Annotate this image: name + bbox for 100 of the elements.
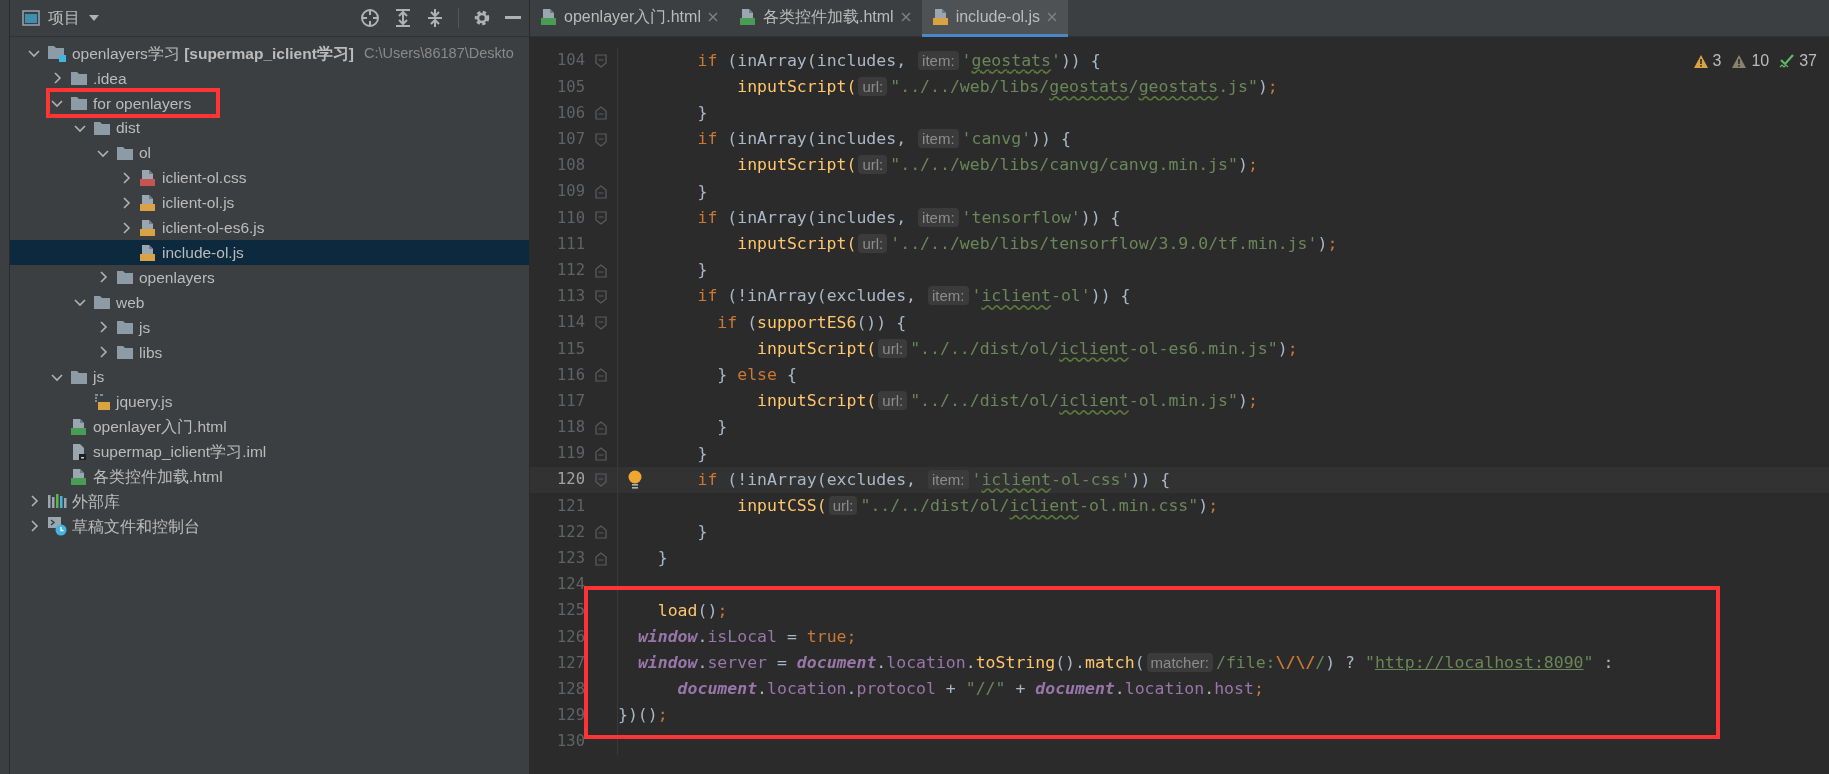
code-line: } xyxy=(697,442,708,465)
folder-icon xyxy=(116,319,134,336)
fold-marker-icon[interactable] xyxy=(595,185,607,200)
editor-tab[interactable]: include-ol.js xyxy=(921,0,1069,37)
parameter-hint: item: xyxy=(928,286,969,306)
folder-icon xyxy=(116,344,134,361)
html-file-icon xyxy=(70,417,88,436)
parameter-hint: url: xyxy=(878,338,908,358)
collapse-all-icon[interactable] xyxy=(426,8,444,28)
tree-item[interactable]: 外部库 xyxy=(10,489,529,514)
tree-item[interactable]: dist xyxy=(10,115,529,141)
tree-item[interactable]: iclient-ol-es6.js xyxy=(10,215,529,241)
fold-marker-icon[interactable] xyxy=(595,551,607,566)
library-icon xyxy=(47,493,67,510)
code-line: inputScript( url: "../../web/libs/geostats/geostats.js"); xyxy=(737,75,1278,98)
parameter-hint: item: xyxy=(918,50,959,70)
line-number: 127 xyxy=(556,652,585,674)
tree-item[interactable]: jquery.js xyxy=(10,389,529,415)
project-path: C:\Users\86187\Deskto xyxy=(363,43,514,63)
code-line: inputScript( url: "../../dist/ol/iclient-ol-es6.min.js"); xyxy=(757,337,1298,360)
lightbulb-icon[interactable] xyxy=(626,470,644,490)
code-line: })(); xyxy=(618,704,668,727)
line-number: 109 xyxy=(556,181,585,203)
code-line: inputScript( url: '../../web/libs/tensorflow/3.9.0/tf.min.js'); xyxy=(737,233,1338,256)
tree-item[interactable]: libs xyxy=(10,339,529,365)
module-file-icon xyxy=(70,442,88,461)
fold-marker-icon[interactable] xyxy=(595,473,607,488)
line-number: 112 xyxy=(556,259,585,281)
tree-item[interactable]: iclient-ol.js xyxy=(10,190,529,216)
code-line: inputScript( url: "../../dist/ol/iclient-ol.min.js"); xyxy=(757,390,1258,413)
editor-tab[interactable]: 各类控件加载.html xyxy=(728,0,922,37)
dropdown-caret-icon[interactable] xyxy=(88,14,100,22)
code-line: load(); xyxy=(657,599,728,622)
code-line: if (inArray(includes, item: 'tensorflow')) { xyxy=(697,206,1121,229)
inspection-counter[interactable]: 37 xyxy=(1779,49,1817,73)
tree-item[interactable]: openlayers xyxy=(10,265,529,290)
fold-marker-icon[interactable] xyxy=(595,54,607,69)
tree-item[interactable]: web xyxy=(10,289,529,315)
code-line: } xyxy=(717,416,728,439)
tree-label: include-ol.js xyxy=(162,242,244,263)
minimize-icon[interactable] xyxy=(505,16,521,20)
css-file-icon xyxy=(139,168,157,187)
close-icon[interactable] xyxy=(899,11,912,23)
line-number: 106 xyxy=(556,102,585,124)
editor-tab[interactable]: openlayer入门.html xyxy=(530,0,729,37)
line-number: 117 xyxy=(556,390,585,412)
parameter-hint: item: xyxy=(918,129,959,149)
tree-item[interactable]: js xyxy=(10,364,529,390)
tree-item[interactable]: ol xyxy=(10,140,529,166)
tree-item[interactable]: .idea xyxy=(10,65,529,91)
tree-label: 草稿文件和控制台 xyxy=(72,516,200,537)
warning-icon xyxy=(1692,53,1709,69)
tree-label: .idea xyxy=(93,68,127,89)
fold-marker-icon[interactable] xyxy=(595,420,607,435)
line-number: 126 xyxy=(556,626,585,648)
fold-marker-icon[interactable] xyxy=(595,315,607,330)
line-number: 129 xyxy=(556,705,585,727)
line-number: 122 xyxy=(556,521,585,543)
tree-label: jquery.js xyxy=(116,392,173,413)
fold-marker-icon[interactable] xyxy=(595,525,607,540)
tree-label: openlayers xyxy=(139,267,215,288)
fold-marker-icon[interactable] xyxy=(595,106,607,121)
tree-item[interactable]: openlayers学习 [supermap_iclient学习] C:\Users\86187\Deskto xyxy=(10,41,529,66)
locate-icon[interactable] xyxy=(360,8,380,28)
js-file-icon xyxy=(139,243,157,262)
js-library-file-icon xyxy=(93,392,111,411)
parameter-hint: item: xyxy=(918,207,959,227)
code-line: } xyxy=(697,102,708,125)
expand-all-icon[interactable] xyxy=(394,8,412,28)
settings-icon[interactable] xyxy=(473,9,491,27)
tree-item[interactable]: openlayer入门.html xyxy=(10,414,529,440)
fold-marker-icon[interactable] xyxy=(595,368,607,383)
tree-label: for openlayers xyxy=(93,93,192,114)
folder-icon xyxy=(116,269,134,286)
tree-label: ol xyxy=(139,143,152,164)
tree-item[interactable]: iclient-ol.css xyxy=(10,165,529,191)
tree-item[interactable]: 各类控件加载.html xyxy=(10,464,529,490)
inspection-counter[interactable]: 3 xyxy=(1692,49,1722,73)
inspection-counter[interactable]: 10 xyxy=(1731,49,1770,73)
code-line: if (inArray(includes, item: 'canvg')) { xyxy=(697,128,1071,151)
tree-label: dist xyxy=(116,118,141,139)
line-number: 114 xyxy=(556,312,585,334)
parameter-hint: matcher: xyxy=(1146,653,1213,673)
tree-label: js xyxy=(139,317,151,338)
fold-marker-icon[interactable] xyxy=(595,211,607,226)
fold-marker-icon[interactable] xyxy=(595,446,607,461)
line-number: 128 xyxy=(556,678,585,700)
line-number: 107 xyxy=(556,129,585,151)
tree-item[interactable]: supermap_iclient学习.iml xyxy=(10,439,529,465)
folder-icon xyxy=(116,145,134,161)
tree-item[interactable]: include-ol.js xyxy=(10,240,529,265)
tree-item[interactable]: 草稿文件和控制台 xyxy=(10,513,529,539)
tree-label: js xyxy=(93,367,105,388)
fold-marker-icon[interactable] xyxy=(595,263,607,278)
tree-item[interactable]: for openlayers xyxy=(10,90,529,116)
fold-marker-icon[interactable] xyxy=(595,132,607,147)
close-icon[interactable] xyxy=(706,11,719,23)
tree-item[interactable]: js xyxy=(10,314,529,340)
code-line: inputScript( url: "../../web/libs/canvg/canvg.min.js"); xyxy=(737,154,1258,177)
fold-marker-icon[interactable] xyxy=(595,289,607,304)
